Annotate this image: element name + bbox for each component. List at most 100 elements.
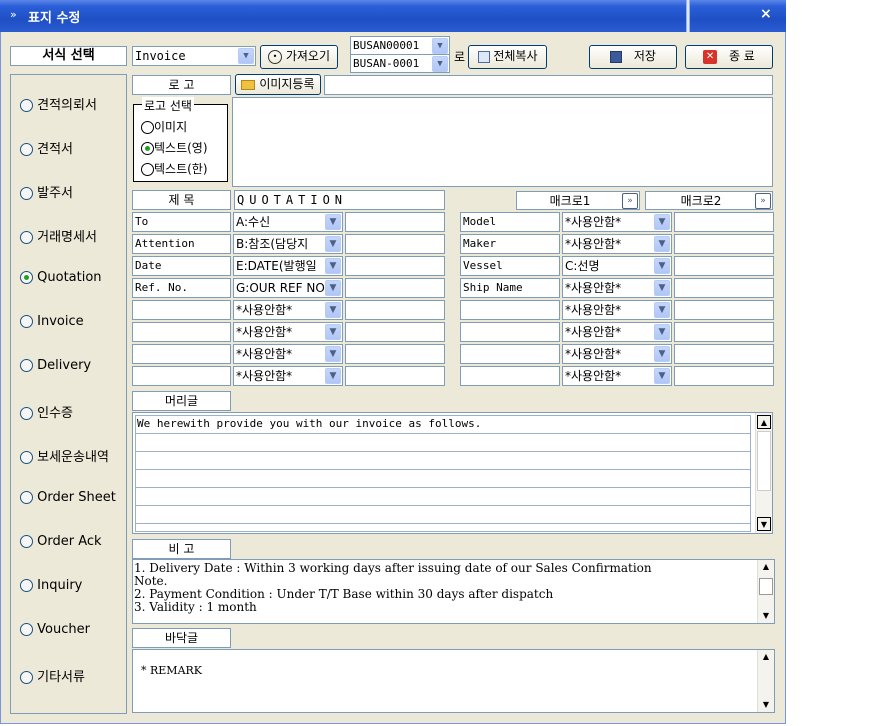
register-image-button[interactable]: 이미지등록 xyxy=(235,74,321,95)
right-field-value[interactable] xyxy=(674,212,774,232)
footer-scrollbar[interactable]: ▲ ▼ xyxy=(757,650,774,712)
exit-button[interactable]: ✕ 종 료 xyxy=(685,45,773,69)
chevron-down-icon[interactable]: ▼ xyxy=(432,38,448,54)
left-field-source-dropdown[interactable]: E:DATE(발행일 ▼ xyxy=(233,256,343,276)
left-field-label[interactable] xyxy=(132,322,231,342)
document-type-option[interactable]: Inquiry xyxy=(20,578,82,593)
left-field-value[interactable] xyxy=(345,300,445,320)
chevron-down-icon[interactable]: ▼ xyxy=(325,258,341,274)
chevron-down-icon[interactable]: ▼ xyxy=(325,236,341,252)
left-field-label[interactable]: Attention xyxy=(132,234,231,254)
left-field-source-dropdown[interactable]: B:참조(담당지 ▼ xyxy=(233,234,343,254)
left-field-label[interactable]: To xyxy=(132,212,231,232)
left-field-source-dropdown[interactable]: G:OUR REF NO ▼ xyxy=(233,278,343,298)
chevron-down-icon[interactable]: ▼ xyxy=(325,368,341,384)
logo-select-option[interactable]: 이미지 xyxy=(141,118,187,135)
left-field-label[interactable]: Ref. No. xyxy=(132,278,231,298)
document-type-option[interactable]: 거래명세서 xyxy=(20,226,97,245)
radio-button-icon[interactable] xyxy=(20,359,33,372)
scroll-up-icon[interactable]: ▲ xyxy=(759,560,773,574)
document-type-option[interactable]: Order Ack xyxy=(20,534,102,549)
document-type-option[interactable]: 발주서 xyxy=(20,182,73,201)
left-field-label[interactable]: Date xyxy=(132,256,231,276)
left-field-value[interactable] xyxy=(345,256,445,276)
double-chevron-down-icon[interactable]: » xyxy=(755,193,771,209)
radio-button-icon[interactable] xyxy=(20,231,33,244)
left-field-label[interactable] xyxy=(132,344,231,364)
logo-select-option[interactable]: 텍스트(영) xyxy=(141,139,208,156)
radio-button-icon[interactable] xyxy=(20,451,33,464)
left-field-value[interactable] xyxy=(345,322,445,342)
right-field-value[interactable] xyxy=(674,366,774,386)
chevron-down-icon[interactable]: ▼ xyxy=(325,324,341,340)
copy-all-button[interactable]: 전체복사 xyxy=(468,45,547,69)
document-type-option[interactable]: 기타서류 xyxy=(20,666,85,685)
chevron-down-icon[interactable]: ▼ xyxy=(654,302,670,318)
left-field-source-dropdown[interactable]: A:수신 ▼ xyxy=(233,212,343,232)
chevron-down-icon[interactable]: ▼ xyxy=(654,258,670,274)
radio-button-icon[interactable] xyxy=(141,121,154,134)
chevron-down-icon[interactable]: ▼ xyxy=(238,48,254,64)
scroll-down-icon[interactable]: ▼ xyxy=(759,609,773,623)
subject-field[interactable]: QUOTATION xyxy=(234,190,445,210)
double-chevron-down-icon[interactable]: » xyxy=(622,193,638,209)
chevron-down-icon[interactable]: ▼ xyxy=(325,302,341,318)
chevron-down-icon[interactable]: ▼ xyxy=(654,236,670,252)
right-field-label[interactable]: Maker xyxy=(460,234,560,254)
document-type-option[interactable]: Quotation xyxy=(20,270,102,285)
radio-button-icon[interactable] xyxy=(20,271,33,284)
radio-button-icon[interactable] xyxy=(141,142,154,155)
radio-button-icon[interactable] xyxy=(20,315,33,328)
right-field-label[interactable] xyxy=(460,366,560,386)
logo-path-field[interactable] xyxy=(324,75,773,95)
right-field-label[interactable]: Ship Name xyxy=(460,278,560,298)
chevron-down-icon[interactable]: ▼ xyxy=(654,214,670,230)
left-field-source-dropdown[interactable]: *사용안함* ▼ xyxy=(233,322,343,342)
remarks-area[interactable]: 1. Delivery Date : Within 3 working days… xyxy=(132,559,775,624)
right-field-value[interactable] xyxy=(674,256,774,276)
document-type-option[interactable]: Delivery xyxy=(20,358,91,373)
scroll-down-icon[interactable]: ▼ xyxy=(757,517,771,531)
left-field-label[interactable] xyxy=(132,300,231,320)
right-field-label[interactable] xyxy=(460,344,560,364)
macro1-dropdown[interactable]: 매크로1 » xyxy=(516,191,640,210)
scroll-thumb[interactable] xyxy=(759,578,773,595)
scroll-thumb[interactable] xyxy=(757,431,771,491)
right-field-value[interactable] xyxy=(674,234,774,254)
chevron-down-icon[interactable]: ▼ xyxy=(654,346,670,362)
radio-button-icon[interactable] xyxy=(20,187,33,200)
left-field-label[interactable] xyxy=(132,366,231,386)
chevron-down-icon[interactable]: ▼ xyxy=(325,346,341,362)
chevron-down-icon[interactable]: ▼ xyxy=(654,280,670,296)
left-field-value[interactable] xyxy=(345,212,445,232)
right-field-value[interactable] xyxy=(674,344,774,364)
format-select-dropdown[interactable]: Invoice ▼ xyxy=(132,46,256,66)
chevron-down-icon[interactable]: ▼ xyxy=(325,280,341,296)
right-field-source-dropdown[interactable]: *사용안함* ▼ xyxy=(562,344,672,364)
right-field-label[interactable] xyxy=(460,300,560,320)
document-type-option[interactable]: 인수증 xyxy=(20,402,73,421)
header-text-area[interactable]: We herewith provide you with our invoice… xyxy=(132,412,773,534)
radio-button-icon[interactable] xyxy=(20,535,33,548)
right-field-value[interactable] xyxy=(674,322,774,342)
right-field-label[interactable]: Model xyxy=(460,212,560,232)
radio-button-icon[interactable] xyxy=(20,491,33,504)
left-field-source-dropdown[interactable]: *사용안함* ▼ xyxy=(233,344,343,364)
right-field-source-dropdown[interactable]: *사용안함* ▼ xyxy=(562,366,672,386)
chevron-down-icon[interactable]: ▼ xyxy=(654,368,670,384)
left-field-value[interactable] xyxy=(345,344,445,364)
right-field-source-dropdown[interactable]: *사용안함* ▼ xyxy=(562,322,672,342)
document-type-option[interactable]: 견적의뢰서 xyxy=(20,94,97,113)
chevron-down-icon[interactable]: ▼ xyxy=(432,56,448,72)
right-field-label[interactable]: Vessel xyxy=(460,256,560,276)
right-field-source-dropdown[interactable]: *사용안함* ▼ xyxy=(562,212,672,232)
logo-select-option[interactable]: 텍스트(한) xyxy=(141,160,208,177)
radio-button-icon[interactable] xyxy=(20,579,33,592)
source-code-dropdown-1[interactable]: BUSAN00001 ▼ xyxy=(350,36,450,55)
right-field-label[interactable] xyxy=(460,322,560,342)
radio-button-icon[interactable] xyxy=(20,623,33,636)
chevron-down-icon[interactable]: ▼ xyxy=(325,214,341,230)
save-button[interactable]: 저장 xyxy=(589,45,677,69)
scroll-up-icon[interactable]: ▲ xyxy=(759,650,773,664)
right-field-source-dropdown[interactable]: *사용안함* ▼ xyxy=(562,234,672,254)
